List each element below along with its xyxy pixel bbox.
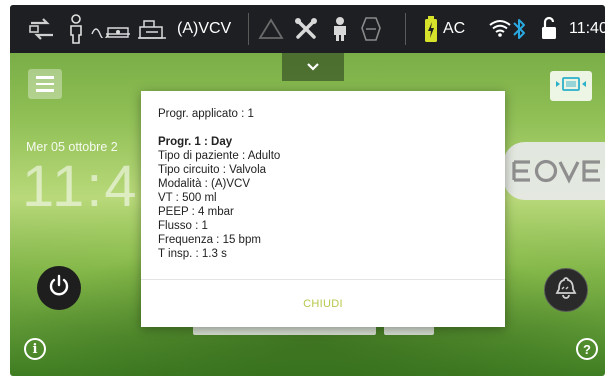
menu-icon	[36, 76, 54, 79]
ventilator-screen: (A)VCV AC 11:40 Mer 05 ottobre 2 11:4 i …	[10, 5, 605, 376]
home-clock: 11:4	[22, 154, 139, 219]
applied-program-text: Progr. applicato : 1	[158, 108, 254, 120]
program-info-dialog: Progr. applicato : 1 Progr. 1 : Day Tipo…	[141, 91, 505, 327]
humidifier-icon[interactable]	[136, 18, 168, 40]
program-detail: T insp. : 1.3 s	[158, 248, 227, 260]
power-button[interactable]	[37, 266, 81, 310]
status-divider	[248, 13, 249, 45]
circuit-valve-icon[interactable]	[90, 22, 132, 38]
program-detail: Frequenza : 15 bpm	[158, 234, 261, 246]
chevron-down-icon	[307, 58, 319, 76]
program-detail: Modalità : (A)VCV	[158, 178, 251, 190]
tools-icon[interactable]	[294, 17, 318, 41]
status-bar: (A)VCV AC 11:40	[10, 5, 605, 53]
status-time: 11:40	[569, 20, 605, 37]
screen-mode-button[interactable]	[550, 71, 592, 101]
help-button[interactable]: ?	[576, 338, 598, 360]
program-detail: VT : 500 ml	[158, 192, 217, 204]
home-date: Mer 05 ottobre 2	[26, 140, 118, 154]
eove-logo	[512, 159, 600, 184]
power-icon	[47, 274, 71, 303]
menu-icon	[36, 82, 54, 86]
bluetooth-icon[interactable]	[512, 17, 526, 41]
menu-button[interactable]	[28, 69, 62, 99]
ventilation-mode-label: (A)VCV	[177, 20, 232, 37]
alarm-bell-icon	[553, 275, 579, 306]
program-detail: PEEP : 4 mbar	[158, 206, 234, 218]
help-icon: ?	[583, 341, 591, 357]
info-icon: i	[32, 341, 38, 357]
info-button[interactable]: i	[24, 338, 46, 360]
menu-icon	[36, 89, 54, 92]
mask-icon[interactable]	[360, 16, 382, 42]
close-button[interactable]: CHIUDI	[141, 280, 505, 327]
lock-icon[interactable]	[541, 16, 557, 40]
pull-down-tab[interactable]	[282, 53, 344, 81]
patient-icon[interactable]	[330, 16, 350, 42]
status-divider	[405, 13, 406, 45]
power-source-label: AC	[443, 20, 466, 37]
alarm-triangle-icon[interactable]	[258, 18, 284, 40]
wifi-icon[interactable]	[489, 19, 511, 37]
brand-logo	[503, 142, 605, 200]
program-detail: Tipo circuito : Valvola	[158, 164, 267, 176]
program-detail: Tipo di paziente : Adulto	[158, 150, 281, 162]
battery-icon	[425, 16, 437, 42]
screen-icon	[554, 75, 588, 98]
program-detail: Flusso : 1	[158, 220, 208, 232]
patient-adult-icon[interactable]	[68, 14, 84, 44]
program-title: Progr. 1 : Day	[158, 136, 233, 148]
ventilation-transfer-icon[interactable]	[28, 17, 56, 41]
alarm-silence-button[interactable]	[544, 268, 588, 312]
